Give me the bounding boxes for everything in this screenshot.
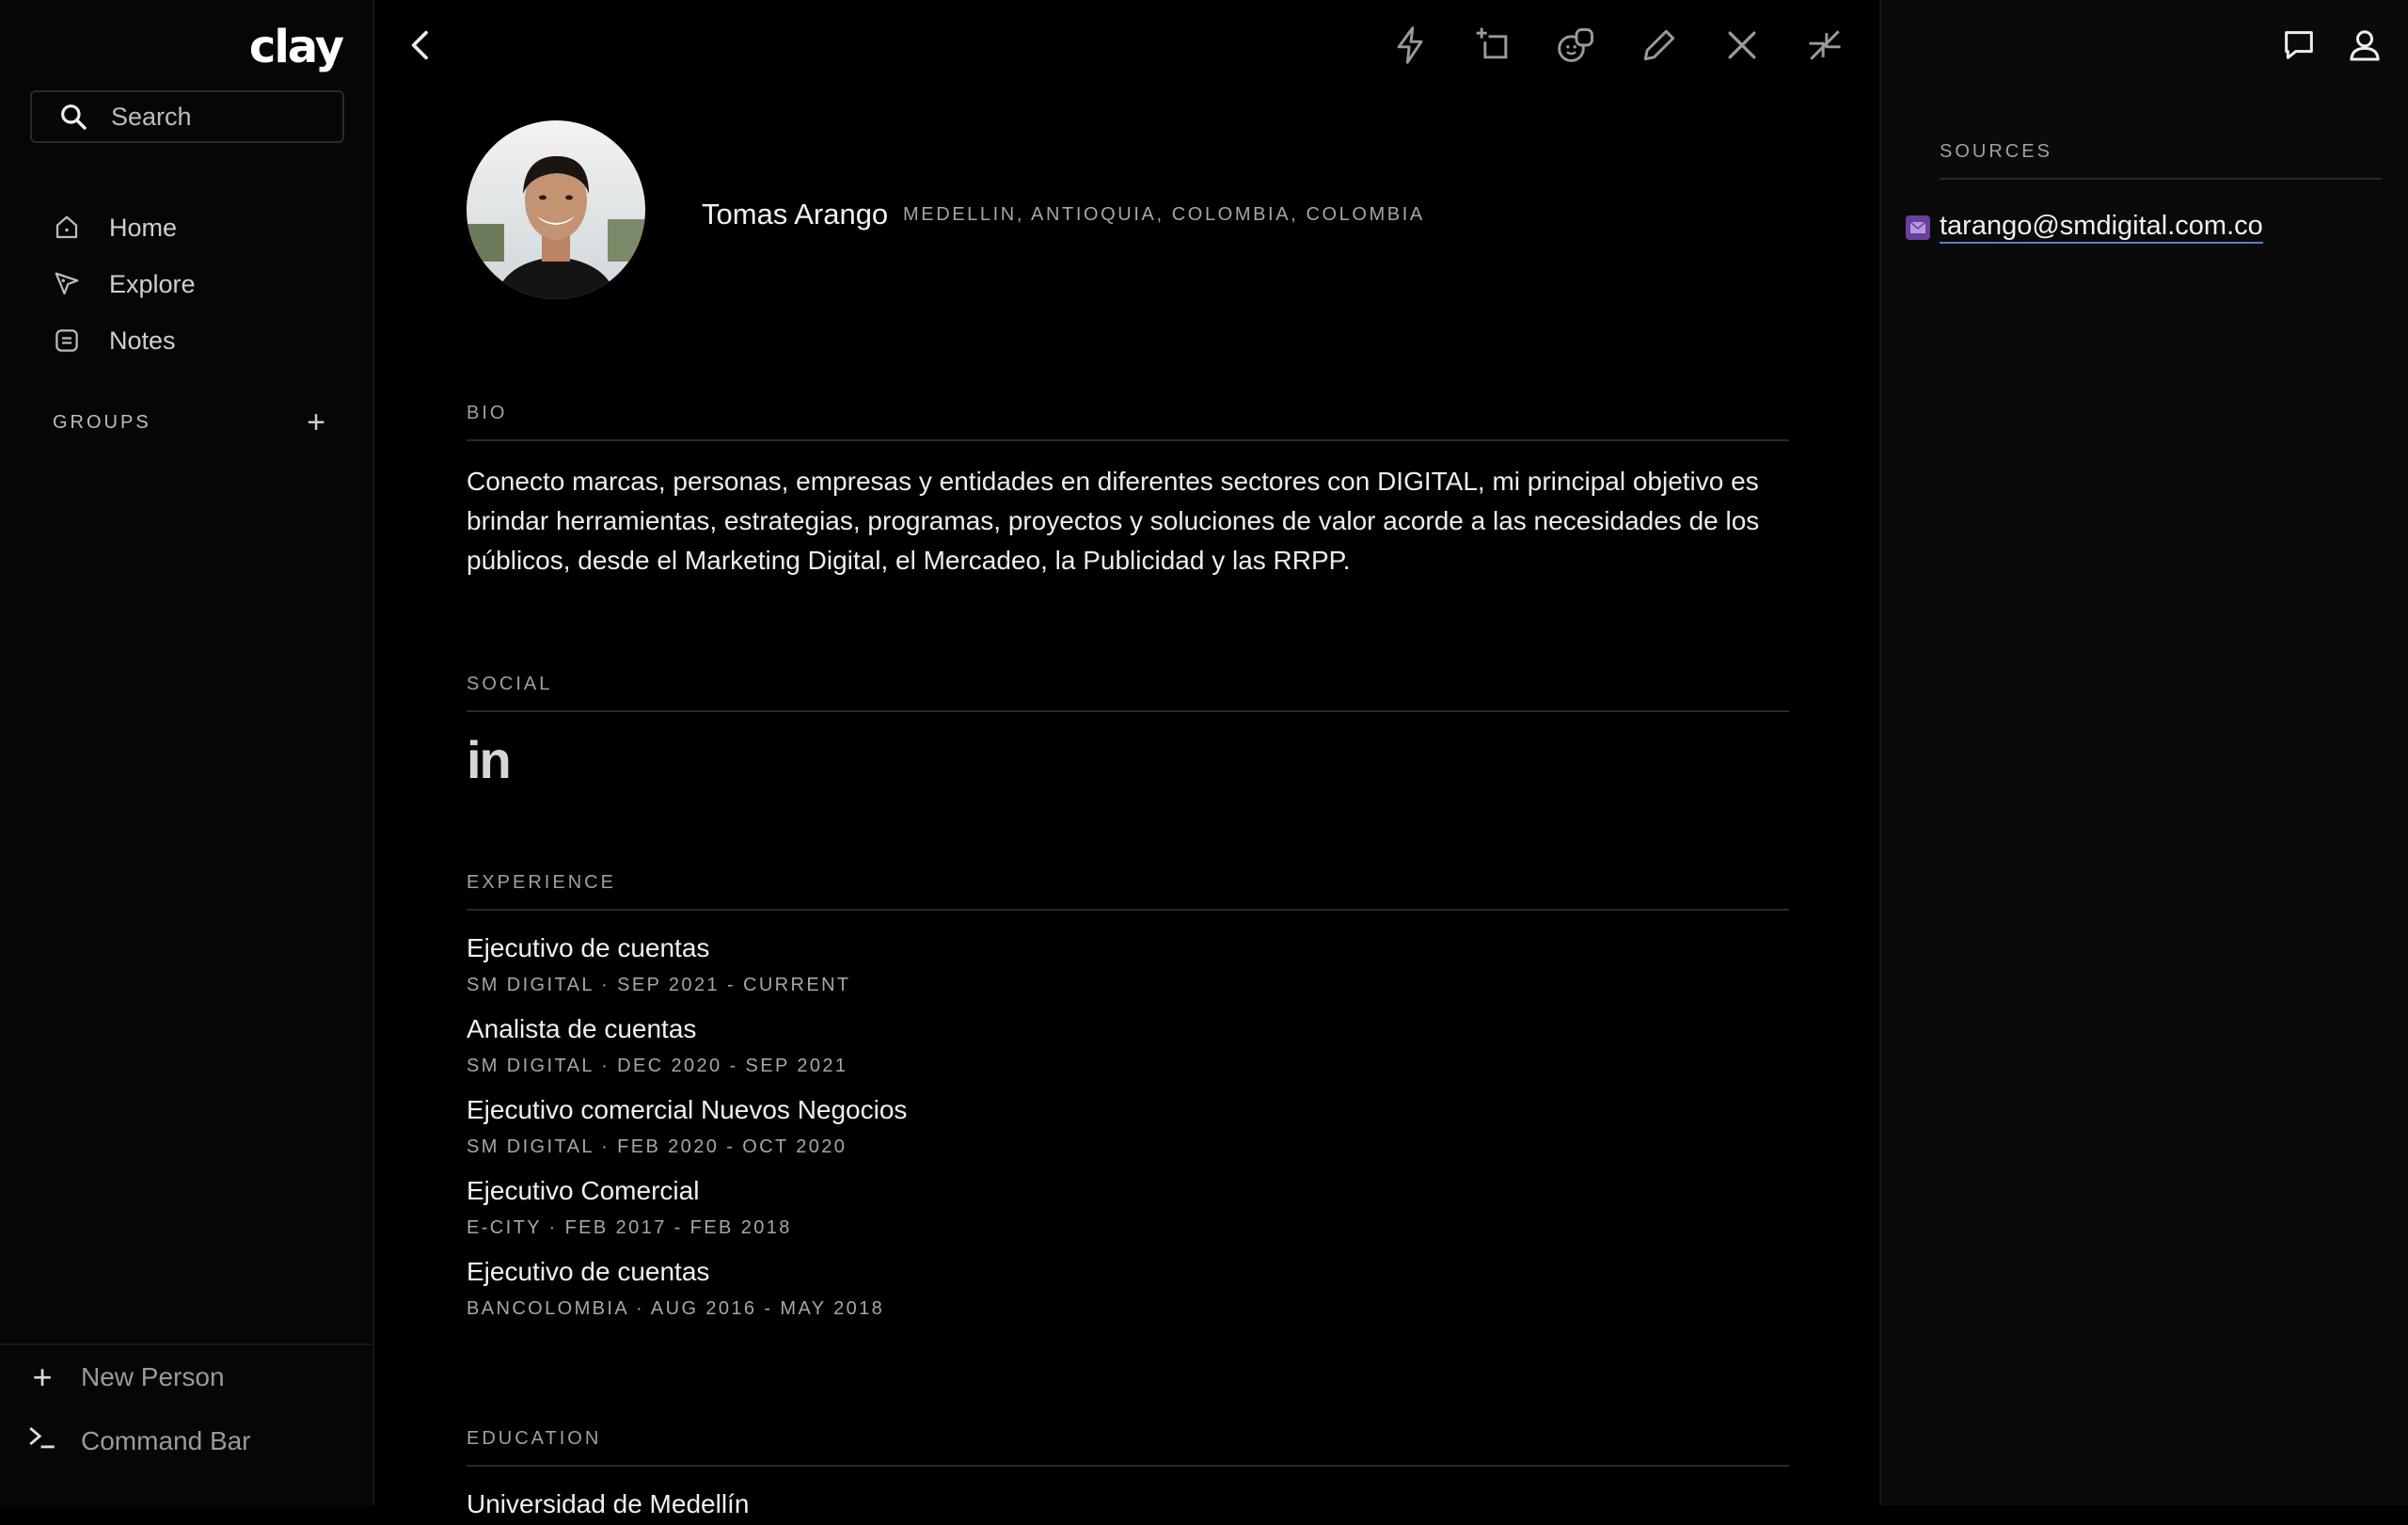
new-person-button[interactable]: + New Person (0, 1345, 374, 1409)
experience-meta: SM DIGITAL · SEP 2021 - CURRENT (467, 975, 851, 995)
experience-meta: SM DIGITAL · DEC 2020 - SEP 2021 (467, 1056, 848, 1076)
experience-item: Ejecutivo de cuentas SM DIGITAL · SEP 20… (467, 928, 1789, 1009)
sources-panel: SOURCES tarango@smdigital.com.co (1879, 0, 2408, 1505)
add-to-group-icon (1476, 27, 1508, 59)
close-button[interactable] (1721, 24, 1763, 66)
source-email-link[interactable]: tarango@smdigital.com.co (1940, 211, 2263, 244)
command-bar-button[interactable]: Command Bar (0, 1409, 374, 1473)
experience-item: Analista de cuentas SM DIGITAL · DEC 202… (467, 1009, 1789, 1089)
back-button[interactable] (403, 26, 440, 69)
person-name: Tomas Arango (702, 198, 889, 230)
bolt-button[interactable] (1390, 24, 1432, 66)
experience-role: Ejecutivo Comercial (467, 1176, 700, 1205)
search-input[interactable] (109, 101, 320, 133)
sidebar-item-label: Notes (109, 326, 176, 355)
experience-role: Ejecutivo de cuentas (467, 933, 710, 962)
groups-label: GROUPS (53, 412, 151, 433)
sources-title: SOURCES (1940, 141, 2382, 180)
right-panel-actions (2280, 26, 2384, 64)
close-icon (1728, 31, 1756, 59)
education-section: EDUCATION Universidad de Medellín (467, 1428, 1789, 1525)
search-box[interactable] (30, 90, 344, 143)
experience-role: Ejecutivo de cuentas (467, 1257, 710, 1286)
add-group-button[interactable]: + (307, 405, 325, 441)
bio-section: BIO Conecto marcas, personas, empresas y… (467, 403, 1789, 580)
search-icon (61, 104, 87, 130)
command-bar-label: Command Bar (81, 1426, 251, 1455)
experience-role: Analista de cuentas (467, 1014, 697, 1043)
social-title: SOCIAL (467, 674, 1789, 712)
experience-role: Ejecutivo comercial Nuevos Negocios (467, 1095, 908, 1124)
person-location: MEDELLIN, ANTIOQUIA, COLOMBIA, COLOMBIA (903, 204, 1425, 225)
avatar (467, 120, 645, 299)
mail-icon (1906, 214, 1930, 240)
sidebar-nav: Home Explore Notes (53, 199, 196, 369)
sidebar-item-home[interactable]: Home (53, 199, 196, 256)
experience-meta: BANCOLOMBIA · AUG 2016 - MAY 2018 (467, 1298, 885, 1319)
toolbar (374, 0, 1879, 90)
experience-item: Ejecutivo de cuentas BANCOLOMBIA · AUG 2… (467, 1251, 1789, 1332)
experience-section: EXPERIENCE Ejecutivo de cuentas SM DIGIT… (467, 872, 1789, 1332)
bio-title: BIO (467, 403, 1789, 441)
experience-item: Ejecutivo comercial Nuevos Negocios SM D… (467, 1089, 1789, 1170)
experience-item: Ejecutivo Comercial E-CITY · FEB 2017 - … (467, 1170, 1789, 1251)
sidebar-item-explore[interactable]: Explore (53, 256, 196, 312)
education-item: Universidad de Medellín (467, 1489, 750, 1518)
linkedin-icon[interactable]: in (467, 729, 1789, 789)
person-icon[interactable] (2346, 26, 2384, 64)
experience-title: EXPERIENCE (467, 872, 1789, 911)
home-icon (55, 215, 78, 239)
plus-icon: + (32, 1358, 53, 1396)
add-to-group-button[interactable] (1473, 24, 1514, 66)
notes-icon (55, 329, 78, 352)
new-person-label: New Person (81, 1362, 225, 1391)
sidebar-item-label: Explore (109, 269, 196, 298)
experience-meta: SM DIGITAL · FEB 2020 - OCT 2020 (467, 1136, 848, 1157)
explore-icon (55, 272, 79, 295)
edit-button[interactable] (1639, 24, 1680, 66)
faces-button[interactable] (1556, 24, 1597, 66)
terminal-icon (26, 1422, 58, 1462)
sidebar: clay Home Explore (0, 0, 374, 1505)
toolbar-actions (1390, 24, 1846, 66)
bolt-icon (1397, 26, 1423, 64)
source-item: tarango@smdigital.com.co (1906, 211, 2263, 244)
chat-icon[interactable] (2280, 26, 2318, 64)
education-title: EDUCATION (467, 1428, 1789, 1467)
chevron-left-icon (411, 30, 428, 60)
sidebar-item-label: Home (109, 213, 178, 242)
social-section: SOCIAL in (467, 674, 1789, 789)
sidebar-item-notes[interactable]: Notes (53, 312, 196, 369)
sidebar-footer: + New Person Command Bar (0, 1343, 374, 1473)
clay-logo[interactable]: clay (249, 21, 344, 73)
experience-meta: E-CITY · FEB 2017 - FEB 2018 (467, 1217, 792, 1238)
groups-header: GROUPS + (53, 405, 325, 441)
person-detail: Tomas Arango MEDELLIN, ANTIOQUIA, COLOMB… (374, 0, 1879, 1518)
edit-icon (1643, 29, 1675, 61)
faces-icon (1558, 28, 1593, 62)
collapse-icon (1809, 30, 1841, 60)
collapse-button[interactable] (1804, 24, 1846, 66)
bio-text: Conecto marcas, personas, empresas y ent… (467, 467, 1760, 575)
